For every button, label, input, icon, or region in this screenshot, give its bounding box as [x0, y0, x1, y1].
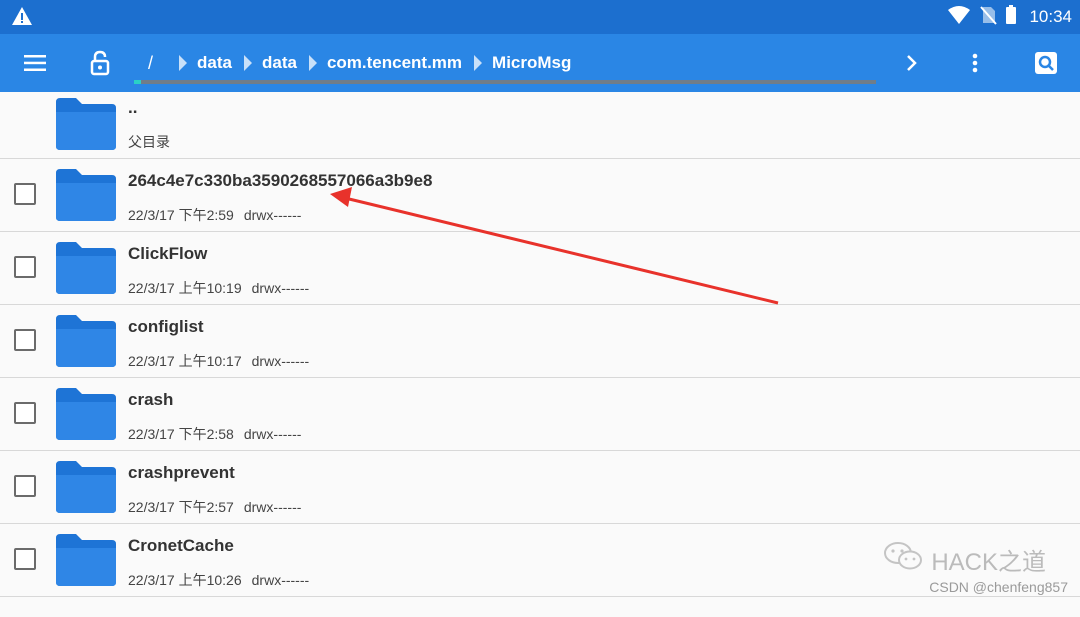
- search-icon[interactable]: [1030, 34, 1062, 92]
- row-checkbox[interactable]: [14, 256, 36, 278]
- file-permissions: drwx------: [251, 280, 310, 296]
- warning-icon: [11, 6, 33, 31]
- watermark-credit: CSDN @chenfeng857: [929, 579, 1068, 595]
- row-checkbox[interactable]: [14, 329, 36, 351]
- folder-icon: [54, 240, 118, 301]
- no-sim-icon: [979, 5, 998, 30]
- row-checkbox[interactable]: [14, 548, 36, 570]
- breadcrumb-micromsg[interactable]: MicroMsg: [492, 53, 571, 73]
- folder-icon: [54, 459, 118, 520]
- file-meta: 22/3/17 下午2:59 drwx------: [128, 205, 301, 225]
- file-subtitle: 父目录: [128, 134, 170, 150]
- battery-icon: [1005, 4, 1017, 30]
- row-checkbox[interactable]: [14, 475, 36, 497]
- row-checkbox[interactable]: [14, 402, 36, 424]
- chevron-right-icon: [474, 55, 483, 71]
- file-date: 22/3/17 上午10:26: [128, 572, 242, 588]
- file-name: CronetCache: [128, 536, 234, 555]
- file-meta: 22/3/17 下午2:58 drwx------: [128, 424, 301, 444]
- list-item[interactable]: configlist 22/3/17 上午10:17 drwx------: [0, 305, 1080, 378]
- folder-icon: [54, 167, 118, 228]
- row-checkbox[interactable]: [14, 183, 36, 205]
- breadcrumb-root[interactable]: /: [148, 53, 153, 74]
- file-permissions: drwx------: [251, 572, 310, 588]
- folder-icon: [54, 386, 118, 447]
- progress-fill: [134, 80, 142, 84]
- status-bar: 10:34: [0, 0, 1080, 34]
- file-permissions: drwx------: [243, 426, 302, 442]
- file-permissions: drwx------: [251, 353, 310, 369]
- list-item[interactable]: crashprevent 22/3/17 下午2:57 drwx------: [0, 451, 1080, 524]
- list-item[interactable]: crash 22/3/17 下午2:58 drwx------: [0, 378, 1080, 451]
- list-item-partial[interactable]: [0, 597, 1080, 617]
- wechat-icon: [883, 540, 923, 579]
- clock: 10:34: [1029, 7, 1072, 26]
- file-date: 22/3/17 下午2:59: [128, 207, 234, 223]
- file-meta: 22/3/17 下午2:57 drwx------: [128, 497, 301, 517]
- file-name: configlist: [128, 317, 204, 336]
- file-name: crashprevent: [128, 463, 235, 482]
- breadcrumb-data-1[interactable]: data: [197, 53, 232, 73]
- file-date: 22/3/17 下午2:58: [128, 426, 234, 442]
- breadcrumb-data-2[interactable]: data: [262, 53, 297, 73]
- file-permissions: drwx------: [243, 207, 302, 223]
- file-name: crash: [128, 390, 174, 409]
- file-permissions: drwx------: [243, 499, 302, 515]
- more-vert-icon[interactable]: [960, 34, 990, 92]
- file-meta: 22/3/17 上午10:19 drwx------: [128, 278, 309, 298]
- unlock-icon[interactable]: [82, 34, 118, 92]
- file-name: ..: [128, 98, 138, 117]
- watermark-text: HACK之道: [931, 549, 1046, 576]
- file-name: 264c4e7c330ba3590268557066a3b9e8: [128, 171, 433, 190]
- menu-icon[interactable]: [14, 34, 56, 92]
- chevron-right-icon: [243, 55, 252, 71]
- list-item[interactable]: ClickFlow 22/3/17 上午10:19 drwx------: [0, 232, 1080, 305]
- progress-bar: [134, 80, 876, 84]
- wifi-icon: [947, 5, 971, 30]
- list-item[interactable]: 264c4e7c330ba3590268557066a3b9e8 22/3/17…: [0, 159, 1080, 232]
- breadcrumb-com-tencent-mm[interactable]: com.tencent.mm: [327, 53, 462, 73]
- file-date: 22/3/17 下午2:57: [128, 499, 234, 515]
- file-meta: 22/3/17 上午10:26 drwx------: [128, 570, 309, 590]
- folder-icon: [54, 532, 118, 593]
- chevron-right-icon: [308, 55, 317, 71]
- folder-icon: [54, 96, 118, 157]
- file-date: 22/3/17 上午10:19: [128, 280, 242, 296]
- chevron-right-icon: [179, 55, 188, 71]
- watermark: HACK之道: [883, 540, 1046, 579]
- file-name: ClickFlow: [128, 244, 208, 263]
- chevron-right-icon[interactable]: [896, 34, 928, 92]
- list-item-parent[interactable]: .. 父目录: [0, 92, 1080, 159]
- folder-icon: [54, 313, 118, 374]
- file-date: 22/3/17 上午10:17: [128, 353, 242, 369]
- file-meta: 22/3/17 上午10:17 drwx------: [128, 351, 309, 371]
